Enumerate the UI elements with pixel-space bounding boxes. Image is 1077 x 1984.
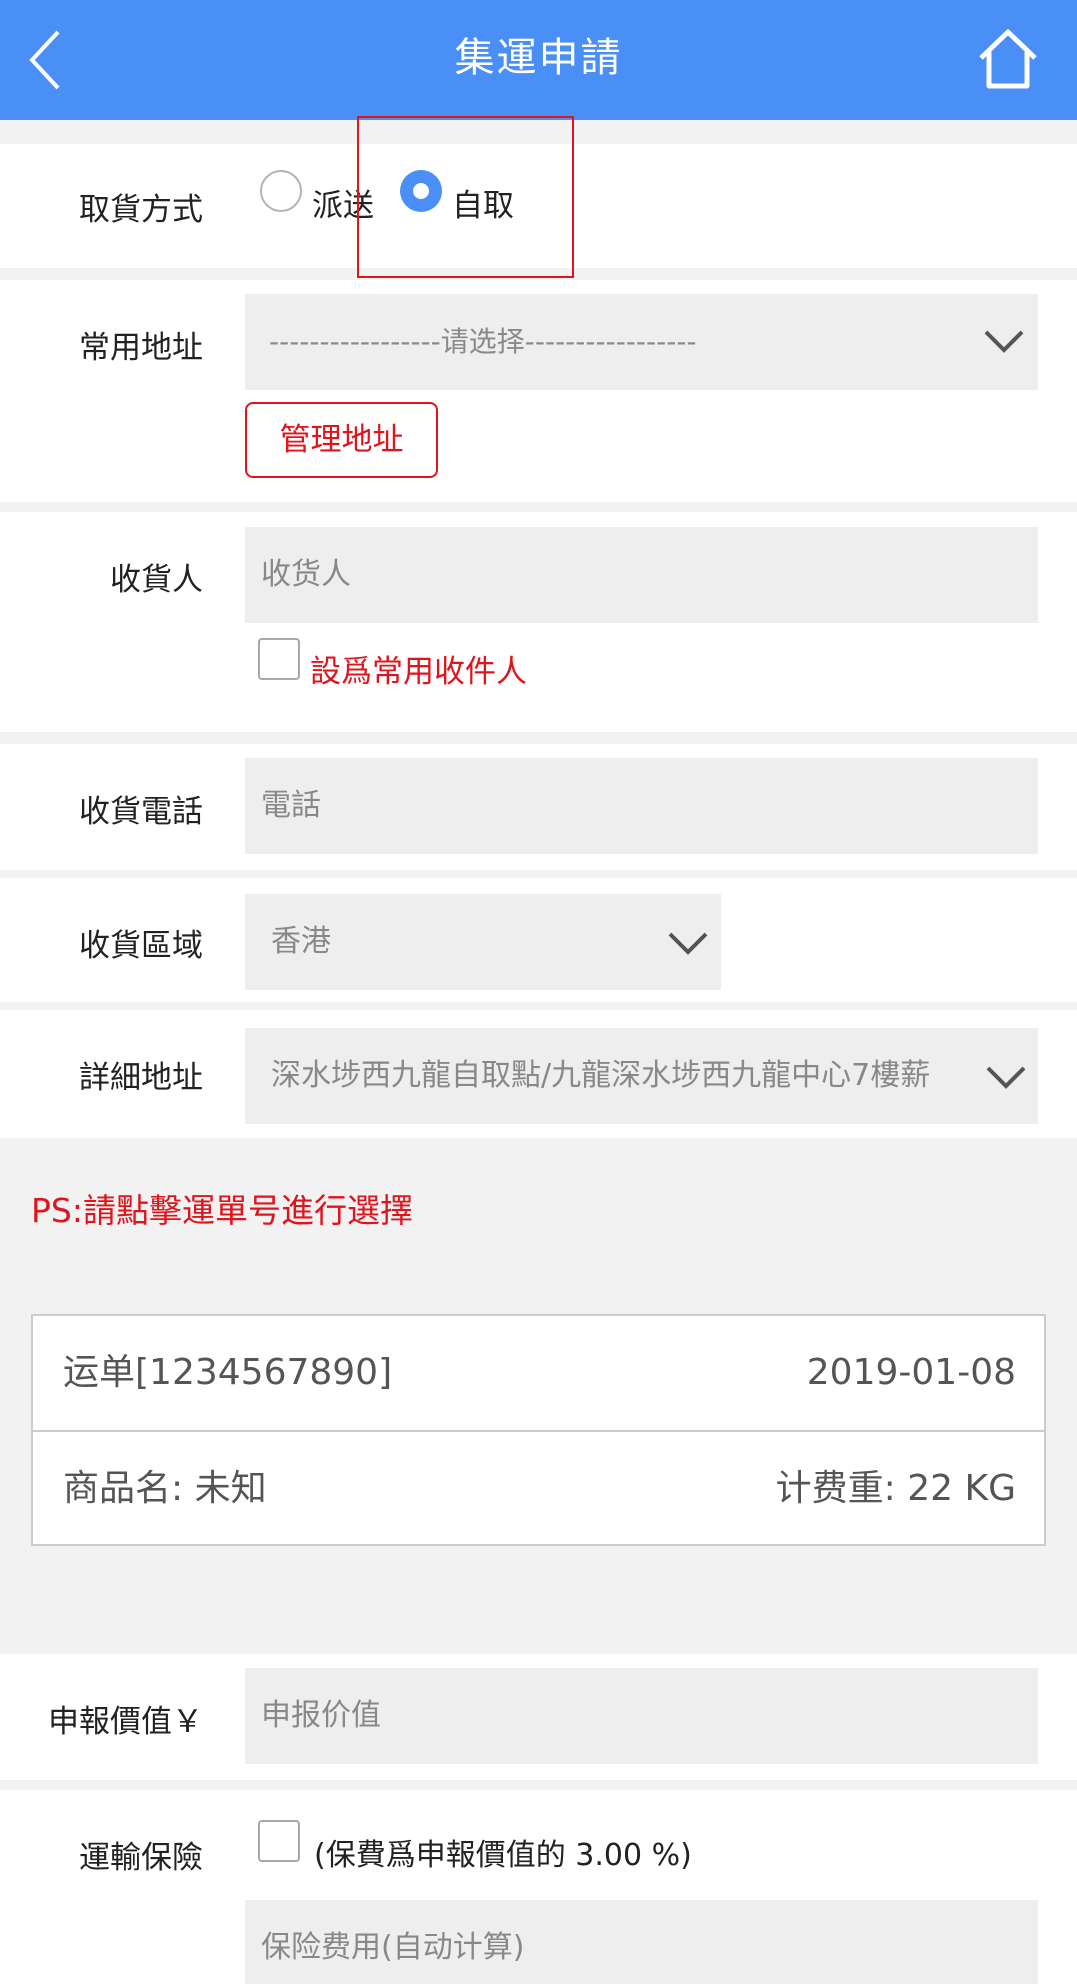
detail-address-section: 詳細地址 深水埗西九龍自取點/九龍深水埗西九龍中心7樓薪	[0, 1010, 1077, 1138]
chevron-down-icon	[668, 932, 708, 955]
phone-input[interactable]: 電話	[245, 758, 1038, 854]
chevron-down-icon	[986, 1066, 1026, 1089]
common-address-select-value: -----------------请选择-----------------	[269, 325, 697, 358]
phone-section: 收貨電話 電話	[0, 744, 1077, 870]
declared-value-label: 申報價值￥	[48, 1704, 203, 1740]
insurance-checkbox[interactable]	[258, 1820, 300, 1862]
phone-label: 收貨電話	[79, 794, 203, 830]
region-label: 收貨區域	[79, 928, 203, 964]
radio-delivery[interactable]	[260, 170, 302, 212]
top-bar: 集運申請	[0, 0, 1077, 120]
declared-value-input[interactable]: 申报价值	[245, 1668, 1038, 1764]
common-address-label: 常用地址	[79, 330, 203, 366]
manage-address-button[interactable]: 管理地址	[245, 402, 438, 478]
waybill-number[interactable]: 运单[1234567890]	[63, 1316, 392, 1430]
waybill-product: 商品名: 未知	[63, 1468, 267, 1509]
region-select[interactable]: 香港	[245, 894, 721, 990]
waybill-header-row: 运单[1234567890] 2019-01-08	[33, 1316, 1044, 1430]
detail-address-select[interactable]: 深水埗西九龍自取點/九龍深水埗西九龍中心7樓薪	[245, 1028, 1038, 1124]
receiver-label: 收貨人	[110, 562, 203, 598]
waybill-date: 2019-01-08	[806, 1352, 1016, 1393]
common-address-section: 常用地址 -----------------请选择---------------…	[0, 280, 1077, 502]
insurance-checkbox-label[interactable]: (保費爲申報價值的 3.00 %)	[314, 1830, 692, 1874]
declared-value-section: 申報價值￥ 申报价值	[0, 1654, 1077, 1780]
common-receiver-checkbox-label[interactable]: 設爲常用收件人	[310, 646, 527, 691]
waybill-detail-row: 商品名: 未知 计费重: 22 KG	[33, 1432, 1044, 1546]
receiver-input[interactable]: 收货人	[245, 527, 1038, 623]
common-receiver-checkbox[interactable]	[258, 638, 300, 680]
detail-address-select-value: 深水埗西九龍自取點/九龍深水埗西九龍中心7樓薪	[271, 1058, 931, 1093]
waybill-card[interactable]: 运单[1234567890] 2019-01-08 商品名: 未知 计费重: 2…	[31, 1314, 1046, 1546]
waybill-weight: 计费重: 22 KG	[775, 1468, 1016, 1509]
region-section: 收貨區域 香港	[0, 878, 1077, 1002]
receiver-section: 收貨人 收货人 設爲常用收件人	[0, 512, 1077, 732]
chevron-down-icon	[984, 330, 1024, 353]
page-title: 集運申請	[454, 35, 623, 81]
pickup-method-label: 取貨方式	[79, 192, 203, 228]
insurance-fee-input[interactable]: 保险费用(自动计算)	[245, 1900, 1038, 1984]
common-address-select[interactable]: -----------------请选择-----------------	[245, 294, 1038, 390]
waybill-notice: PS:請點擊運單号進行選擇	[31, 1191, 413, 1230]
home-icon[interactable]	[975, 26, 1041, 92]
detail-address-label: 詳細地址	[79, 1060, 203, 1096]
highlight-box	[357, 116, 574, 278]
region-select-value: 香港	[271, 924, 331, 959]
insurance-section: 運輸保險 (保費爲申報價值的 3.00 %) 保险费用(自动计算)	[0, 1790, 1077, 1984]
insurance-label: 運輸保險	[79, 1840, 203, 1876]
